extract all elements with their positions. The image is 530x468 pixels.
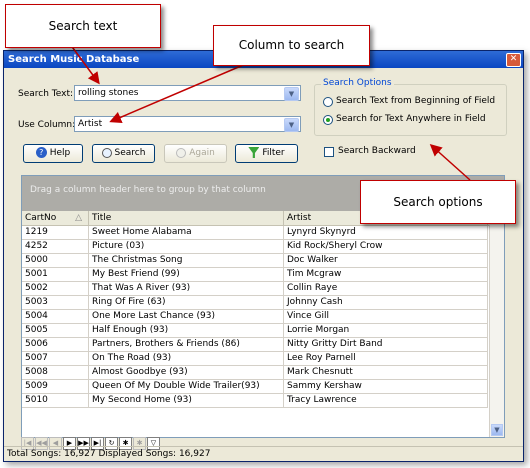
callout-column-to-search: Column to search xyxy=(213,25,370,66)
arrow-column xyxy=(109,59,256,123)
arrow-search-options xyxy=(429,143,471,181)
callout-search-options: Search options xyxy=(360,180,516,224)
callout-search-text: Search text xyxy=(5,4,161,48)
callout-arrows xyxy=(69,43,471,181)
arrow-search-text xyxy=(69,43,100,85)
